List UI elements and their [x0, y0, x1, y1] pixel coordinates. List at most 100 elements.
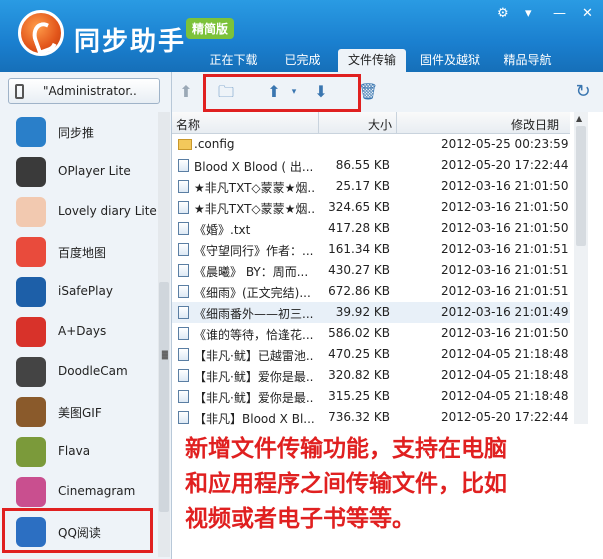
file-name: 《细雨》(正文完结)...	[194, 286, 311, 300]
feature-caption: 新增文件传输功能，支持在电脑 和应用程序之间传输文件，比如 视频或者电子书等等。	[185, 432, 595, 537]
file-date: 2012-03-16 21:01:51	[441, 263, 569, 277]
sidebar-scrollbar[interactable]: ▬ ▬ ▬	[158, 112, 170, 557]
app-label: A+Days	[58, 324, 107, 338]
table-row[interactable]: 《守望同行》作者：... 161.34 KB 2012-03-16 21:01:51	[172, 239, 570, 260]
file-date: 2012-03-16 21:01:51	[441, 284, 569, 298]
file-date: 2012-04-05 21:18:48	[441, 389, 569, 403]
file-size: 672.86 KB	[328, 284, 390, 298]
app-list: 同步推 OPlayer Lite Lovely diary Lite 百度地图 …	[0, 112, 158, 552]
file-date: 2012-05-20 17:22:44	[441, 410, 569, 424]
file-name: 【非凡·鱿】爱你是最...	[194, 370, 314, 384]
settings-gear-icon[interactable]: ⚙	[497, 6, 509, 21]
file-name: 【非凡·鱿】已越雷池...	[194, 349, 314, 363]
sidebar-item-doodlecam[interactable]: DoodleCam	[0, 352, 158, 392]
text-file-icon	[178, 222, 189, 235]
app-label: 同步推	[58, 126, 95, 140]
file-size: 315.25 KB	[328, 389, 390, 403]
main-tabs: 正在下载 已完成 文件传输 固件及越狱 精品导航	[200, 49, 563, 72]
back-arrow-icon[interactable]: ⬆	[176, 82, 196, 102]
tab-completed[interactable]: 已完成	[269, 49, 336, 72]
file-date: 2012-05-25 00:23:59	[441, 137, 569, 151]
delete-icon[interactable]: 🗑	[358, 82, 378, 102]
toolbar: ⬆ 🗀 ⬆ ▾ ⬇ 🗑 ↻	[172, 72, 603, 112]
app-label: 百度地图	[58, 246, 107, 260]
sidebar-item-lovely-diary[interactable]: Lovely diary Lite	[0, 192, 158, 232]
sidebar-item-isafeplay[interactable]: iSafePlay	[0, 272, 158, 312]
file-size: 25.17 KB	[335, 179, 390, 193]
scrollbar-thumb[interactable]	[576, 126, 586, 246]
scrollbar-thumb[interactable]	[159, 282, 169, 512]
scroll-up-icon[interactable]: ▲	[576, 114, 582, 123]
sidebar-item-adays[interactable]: A+Days	[0, 312, 158, 352]
file-size: 736.32 KB	[328, 410, 390, 424]
tongbutui-icon	[16, 117, 46, 147]
file-name: 《守望同行》作者：...	[194, 244, 314, 258]
app-label: Cinemagram	[58, 484, 136, 498]
table-row-selected[interactable]: 《细雨番外——初三... 39.92 KB 2012-03-16 21:01:49	[172, 302, 570, 323]
tab-file-transfer[interactable]: 文件传输	[338, 49, 406, 72]
tab-featured-nav[interactable]: 精品导航	[494, 49, 561, 72]
table-row[interactable]: 《晨曦》 BY：周而... 430.27 KB 2012-03-16 21:01:5…	[172, 260, 570, 281]
sidebar-item-cinemagram[interactable]: Cinemagram	[0, 472, 158, 512]
column-date[interactable]: 修改日期	[511, 116, 559, 133]
table-row[interactable]: 【非凡·鱿】已越雷池... 470.25 KB 2012-04-05 21:18:4…	[172, 344, 570, 365]
file-size: 324.65 KB	[328, 200, 390, 214]
table-row[interactable]: .config 2012-05-25 00:23:59	[172, 134, 570, 155]
file-name: Blood X Blood ( 出...	[194, 160, 314, 174]
file-name: 【非凡·鱿】爱你是最...	[194, 391, 314, 405]
file-size: 320.82 KB	[328, 368, 390, 382]
file-date: 2012-03-16 21:01:50	[441, 179, 569, 193]
table-row[interactable]: 【非凡】Blood X Bl... 736.32 KB 2012-05-20 17:…	[172, 407, 570, 428]
refresh-icon[interactable]: ↻	[573, 82, 593, 102]
cinemagram-icon	[16, 477, 46, 507]
baidu-map-icon	[16, 237, 46, 267]
sidebar-item-meitu-gif[interactable]: 美图GIF	[0, 392, 158, 432]
device-selector[interactable]: "Administrator..	[8, 78, 160, 104]
table-row[interactable]: 【非凡·鱿】爱你是最... 315.25 KB 2012-04-05 21:18:4…	[172, 386, 570, 407]
meitu-gif-icon	[16, 397, 46, 427]
table-row[interactable]: ★非凡TXT◇蒙蒙★烟... 324.65 KB 2012-03-16 21:01:…	[172, 197, 570, 218]
file-name: 《晨曦》 BY：周而...	[194, 265, 309, 279]
file-size: 161.34 KB	[328, 242, 390, 256]
text-file-icon	[178, 264, 189, 277]
table-row[interactable]: Blood X Blood ( 出... 86.55 KB 2012-05-20 1…	[172, 155, 570, 176]
sidebar-item-tongbutui[interactable]: 同步推	[0, 112, 158, 152]
menu-dropdown-icon[interactable]: ▾	[525, 6, 532, 21]
file-size: 586.02 KB	[328, 326, 390, 340]
sidebar-item-flava[interactable]: Flava	[0, 432, 158, 472]
file-name: 【非凡】Blood X Bl...	[194, 412, 314, 426]
file-list-scrollbar[interactable]: ▲	[574, 112, 588, 424]
sidebar-item-baidu-map[interactable]: 百度地图	[0, 232, 158, 272]
table-row[interactable]: 《细雨》(正文完结)... 672.86 KB 2012-03-16 21:01:5…	[172, 281, 570, 302]
adays-icon	[16, 317, 46, 347]
title-bar: 同步助手 精简版 ⚙ ▾ — ✕ 正在下载 已完成 文件传输 固件及越狱 精品导…	[0, 0, 603, 72]
column-size[interactable]: 大小	[368, 116, 392, 133]
close-icon[interactable]: ✕	[582, 6, 593, 21]
tab-firmware-jailbreak[interactable]: 固件及越狱	[408, 49, 492, 72]
lovely-diary-icon	[16, 197, 46, 227]
doodlecam-icon	[16, 357, 46, 387]
folder-icon	[178, 139, 192, 150]
column-header: 名称 大小 修改日期	[172, 112, 570, 134]
caption-line: 视频或者电子书等等。	[185, 506, 415, 532]
highlight-box-qq-reader	[2, 508, 153, 553]
text-file-icon	[178, 369, 189, 382]
file-size: 430.27 KB	[328, 263, 390, 277]
file-name: 《谁的等待，恰逢花...	[194, 328, 314, 342]
sidebar-item-oplayer[interactable]: OPlayer Lite	[0, 152, 158, 192]
table-row[interactable]: 《婚》.txt 417.28 KB 2012-03-16 21:01:50	[172, 218, 570, 239]
file-name: .config	[194, 137, 235, 151]
file-name: 《婚》.txt	[194, 223, 251, 237]
text-file-icon	[178, 306, 189, 319]
file-rows: .config 2012-05-25 00:23:59 Blood X Blood…	[172, 134, 570, 428]
column-name[interactable]: 名称	[176, 116, 200, 133]
minimize-icon[interactable]: —	[553, 6, 566, 21]
app-label: 美图GIF	[58, 406, 102, 420]
file-date: 2012-04-05 21:18:48	[441, 347, 569, 361]
table-row[interactable]: 《谁的等待，恰逢花... 586.02 KB 2012-03-16 21:01:50	[172, 323, 570, 344]
file-date: 2012-03-16 21:01:50	[441, 326, 569, 340]
tab-downloading[interactable]: 正在下载	[200, 49, 267, 72]
table-row[interactable]: ★非凡TXT◇蒙蒙★烟... 25.17 KB 2012-03-16 21:01:5…	[172, 176, 570, 197]
flava-icon	[16, 437, 46, 467]
table-row[interactable]: 【非凡·鱿】爱你是最... 320.82 KB 2012-04-05 21:18:4…	[172, 365, 570, 386]
